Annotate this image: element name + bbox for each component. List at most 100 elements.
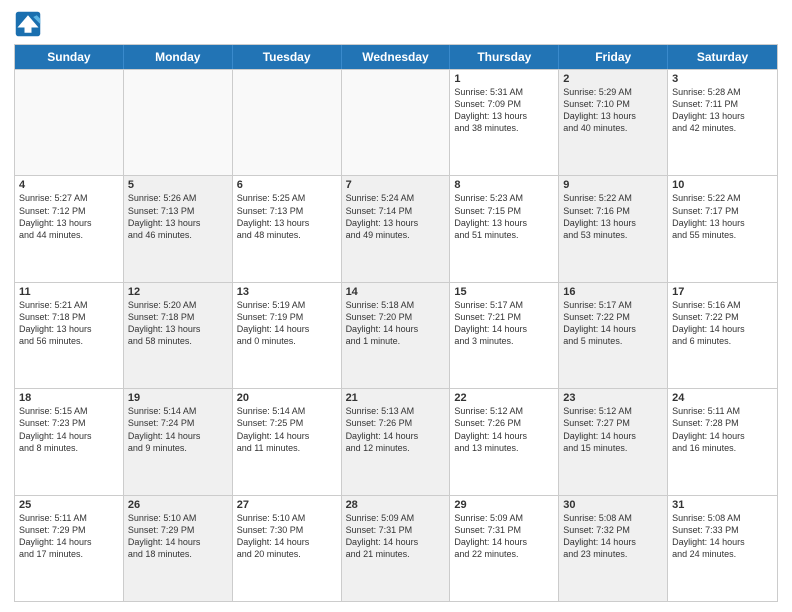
cell-text: Sunrise: 5:17 AM Sunset: 7:22 PM Dayligh… (563, 299, 663, 348)
cell-text: Sunrise: 5:12 AM Sunset: 7:26 PM Dayligh… (454, 405, 554, 454)
cell-text: Sunrise: 5:17 AM Sunset: 7:21 PM Dayligh… (454, 299, 554, 348)
day-number: 17 (672, 286, 773, 298)
calendar-cell: 25Sunrise: 5:11 AM Sunset: 7:29 PM Dayli… (15, 496, 124, 601)
calendar-cell: 20Sunrise: 5:14 AM Sunset: 7:25 PM Dayli… (233, 389, 342, 494)
day-number: 2 (563, 73, 663, 85)
calendar-cell: 13Sunrise: 5:19 AM Sunset: 7:19 PM Dayli… (233, 283, 342, 388)
weekday-header-sunday: Sunday (15, 45, 124, 69)
calendar-cell: 31Sunrise: 5:08 AM Sunset: 7:33 PM Dayli… (668, 496, 777, 601)
weekday-header-saturday: Saturday (668, 45, 777, 69)
cell-text: Sunrise: 5:28 AM Sunset: 7:11 PM Dayligh… (672, 86, 773, 135)
calendar-cell: 17Sunrise: 5:16 AM Sunset: 7:22 PM Dayli… (668, 283, 777, 388)
page: SundayMondayTuesdayWednesdayThursdayFrid… (0, 0, 792, 612)
calendar-header: SundayMondayTuesdayWednesdayThursdayFrid… (15, 45, 777, 69)
day-number: 16 (563, 286, 663, 298)
cell-text: Sunrise: 5:18 AM Sunset: 7:20 PM Dayligh… (346, 299, 446, 348)
day-number: 22 (454, 392, 554, 404)
calendar-cell: 28Sunrise: 5:09 AM Sunset: 7:31 PM Dayli… (342, 496, 451, 601)
calendar-cell: 11Sunrise: 5:21 AM Sunset: 7:18 PM Dayli… (15, 283, 124, 388)
day-number: 11 (19, 286, 119, 298)
cell-text: Sunrise: 5:19 AM Sunset: 7:19 PM Dayligh… (237, 299, 337, 348)
cell-text: Sunrise: 5:22 AM Sunset: 7:17 PM Dayligh… (672, 192, 773, 241)
cell-text: Sunrise: 5:12 AM Sunset: 7:27 PM Dayligh… (563, 405, 663, 454)
day-number: 4 (19, 179, 119, 191)
calendar-cell: 19Sunrise: 5:14 AM Sunset: 7:24 PM Dayli… (124, 389, 233, 494)
calendar-cell: 7Sunrise: 5:24 AM Sunset: 7:14 PM Daylig… (342, 176, 451, 281)
calendar-cell: 1Sunrise: 5:31 AM Sunset: 7:09 PM Daylig… (450, 70, 559, 175)
weekday-header-thursday: Thursday (450, 45, 559, 69)
calendar-cell (342, 70, 451, 175)
calendar-row-2: 11Sunrise: 5:21 AM Sunset: 7:18 PM Dayli… (15, 282, 777, 388)
day-number: 10 (672, 179, 773, 191)
cell-text: Sunrise: 5:22 AM Sunset: 7:16 PM Dayligh… (563, 192, 663, 241)
cell-text: Sunrise: 5:21 AM Sunset: 7:18 PM Dayligh… (19, 299, 119, 348)
day-number: 30 (563, 499, 663, 511)
weekday-header-monday: Monday (124, 45, 233, 69)
day-number: 19 (128, 392, 228, 404)
day-number: 21 (346, 392, 446, 404)
calendar-cell: 16Sunrise: 5:17 AM Sunset: 7:22 PM Dayli… (559, 283, 668, 388)
day-number: 7 (346, 179, 446, 191)
weekday-header-friday: Friday (559, 45, 668, 69)
calendar-cell: 5Sunrise: 5:26 AM Sunset: 7:13 PM Daylig… (124, 176, 233, 281)
weekday-header-tuesday: Tuesday (233, 45, 342, 69)
cell-text: Sunrise: 5:29 AM Sunset: 7:10 PM Dayligh… (563, 86, 663, 135)
cell-text: Sunrise: 5:24 AM Sunset: 7:14 PM Dayligh… (346, 192, 446, 241)
day-number: 25 (19, 499, 119, 511)
calendar-cell: 24Sunrise: 5:11 AM Sunset: 7:28 PM Dayli… (668, 389, 777, 494)
day-number: 6 (237, 179, 337, 191)
day-number: 24 (672, 392, 773, 404)
cell-text: Sunrise: 5:11 AM Sunset: 7:28 PM Dayligh… (672, 405, 773, 454)
calendar-row-3: 18Sunrise: 5:15 AM Sunset: 7:23 PM Dayli… (15, 388, 777, 494)
logo (14, 10, 46, 38)
calendar-cell: 9Sunrise: 5:22 AM Sunset: 7:16 PM Daylig… (559, 176, 668, 281)
cell-text: Sunrise: 5:09 AM Sunset: 7:31 PM Dayligh… (346, 512, 446, 561)
cell-text: Sunrise: 5:15 AM Sunset: 7:23 PM Dayligh… (19, 405, 119, 454)
cell-text: Sunrise: 5:26 AM Sunset: 7:13 PM Dayligh… (128, 192, 228, 241)
calendar-cell: 23Sunrise: 5:12 AM Sunset: 7:27 PM Dayli… (559, 389, 668, 494)
calendar-cell (124, 70, 233, 175)
cell-text: Sunrise: 5:10 AM Sunset: 7:30 PM Dayligh… (237, 512, 337, 561)
cell-text: Sunrise: 5:14 AM Sunset: 7:24 PM Dayligh… (128, 405, 228, 454)
calendar-cell: 27Sunrise: 5:10 AM Sunset: 7:30 PM Dayli… (233, 496, 342, 601)
day-number: 23 (563, 392, 663, 404)
calendar-cell: 3Sunrise: 5:28 AM Sunset: 7:11 PM Daylig… (668, 70, 777, 175)
calendar-row-4: 25Sunrise: 5:11 AM Sunset: 7:29 PM Dayli… (15, 495, 777, 601)
day-number: 12 (128, 286, 228, 298)
calendar-cell: 29Sunrise: 5:09 AM Sunset: 7:31 PM Dayli… (450, 496, 559, 601)
logo-icon (14, 10, 42, 38)
day-number: 5 (128, 179, 228, 191)
day-number: 28 (346, 499, 446, 511)
day-number: 15 (454, 286, 554, 298)
cell-text: Sunrise: 5:08 AM Sunset: 7:33 PM Dayligh… (672, 512, 773, 561)
cell-text: Sunrise: 5:23 AM Sunset: 7:15 PM Dayligh… (454, 192, 554, 241)
cell-text: Sunrise: 5:31 AM Sunset: 7:09 PM Dayligh… (454, 86, 554, 135)
day-number: 1 (454, 73, 554, 85)
calendar-cell: 22Sunrise: 5:12 AM Sunset: 7:26 PM Dayli… (450, 389, 559, 494)
header (14, 10, 778, 38)
calendar-row-1: 4Sunrise: 5:27 AM Sunset: 7:12 PM Daylig… (15, 175, 777, 281)
calendar-cell: 10Sunrise: 5:22 AM Sunset: 7:17 PM Dayli… (668, 176, 777, 281)
cell-text: Sunrise: 5:09 AM Sunset: 7:31 PM Dayligh… (454, 512, 554, 561)
cell-text: Sunrise: 5:16 AM Sunset: 7:22 PM Dayligh… (672, 299, 773, 348)
cell-text: Sunrise: 5:14 AM Sunset: 7:25 PM Dayligh… (237, 405, 337, 454)
calendar-cell: 15Sunrise: 5:17 AM Sunset: 7:21 PM Dayli… (450, 283, 559, 388)
cell-text: Sunrise: 5:11 AM Sunset: 7:29 PM Dayligh… (19, 512, 119, 561)
calendar-cell: 21Sunrise: 5:13 AM Sunset: 7:26 PM Dayli… (342, 389, 451, 494)
calendar-cell: 14Sunrise: 5:18 AM Sunset: 7:20 PM Dayli… (342, 283, 451, 388)
weekday-header-wednesday: Wednesday (342, 45, 451, 69)
calendar-cell: 2Sunrise: 5:29 AM Sunset: 7:10 PM Daylig… (559, 70, 668, 175)
calendar-body: 1Sunrise: 5:31 AM Sunset: 7:09 PM Daylig… (15, 69, 777, 601)
cell-text: Sunrise: 5:20 AM Sunset: 7:18 PM Dayligh… (128, 299, 228, 348)
day-number: 14 (346, 286, 446, 298)
calendar-cell: 8Sunrise: 5:23 AM Sunset: 7:15 PM Daylig… (450, 176, 559, 281)
day-number: 13 (237, 286, 337, 298)
day-number: 9 (563, 179, 663, 191)
day-number: 26 (128, 499, 228, 511)
calendar-cell: 18Sunrise: 5:15 AM Sunset: 7:23 PM Dayli… (15, 389, 124, 494)
calendar-row-0: 1Sunrise: 5:31 AM Sunset: 7:09 PM Daylig… (15, 69, 777, 175)
day-number: 3 (672, 73, 773, 85)
day-number: 8 (454, 179, 554, 191)
day-number: 18 (19, 392, 119, 404)
cell-text: Sunrise: 5:08 AM Sunset: 7:32 PM Dayligh… (563, 512, 663, 561)
